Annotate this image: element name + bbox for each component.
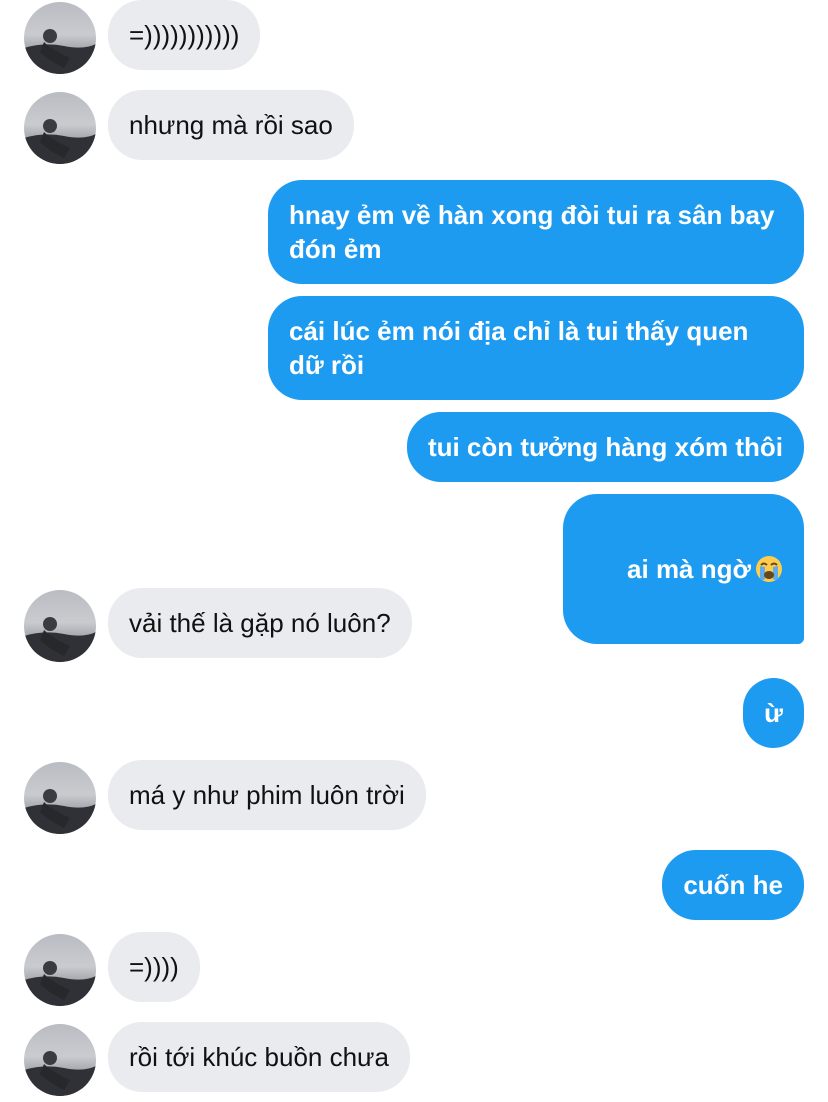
message-row-incoming: =))))))))))) — [0, 0, 828, 76]
outgoing-message-bubble[interactable]: hnay ẻm về hàn xong đòi tui ra sân bay đ… — [268, 180, 804, 284]
message-row-incoming: nhưng mà rồi sao — [0, 90, 828, 166]
incoming-message-bubble[interactable]: rồi tới khúc buồn chưa — [108, 1022, 410, 1092]
message-row-outgoing: cuốn he — [0, 850, 828, 924]
incoming-message-bubble[interactable]: nhưng mà rồi sao — [108, 90, 354, 160]
incoming-message-bubble[interactable]: =))))))))))) — [108, 0, 261, 70]
message-thread: =))))))))))) nhưng mà rồi sao hnay ẻm về… — [0, 0, 828, 1102]
message-row-outgoing: hnay ẻm về hàn xong đòi tui ra sân bay đ… — [0, 180, 828, 288]
outgoing-message-bubble[interactable]: ừ — [743, 678, 804, 748]
message-row-incoming: má y như phim luôn trời — [0, 760, 828, 836]
message-row-incoming: =)))) — [0, 932, 828, 1008]
outgoing-message-text: ai mà ngờ — [627, 554, 751, 584]
contact-avatar[interactable] — [24, 590, 96, 662]
outgoing-message-bubble[interactable]: tui còn tưởng hàng xóm thôi — [406, 412, 804, 482]
message-row-incoming: vải thế là gặp nó luôn? — [0, 588, 828, 664]
outgoing-message-bubble[interactable]: cuốn he — [662, 850, 804, 920]
outgoing-message-bubble[interactable]: cái lúc ẻm nói địa chỉ là tui thấy quen … — [268, 296, 804, 400]
message-row-outgoing: tui còn tưởng hàng xóm thôi — [0, 412, 828, 486]
message-row-incoming: rồi tới khúc buồn chưa — [0, 1022, 828, 1098]
message-row-outgoing: cái lúc ẻm nói địa chỉ là tui thấy quen … — [0, 296, 828, 404]
incoming-message-bubble[interactable]: =)))) — [108, 932, 200, 1002]
message-row-outgoing: ừ — [0, 678, 828, 752]
contact-avatar[interactable] — [24, 762, 96, 834]
loudly-crying-face-icon — [755, 555, 783, 583]
contact-avatar[interactable] — [24, 1024, 96, 1096]
contact-avatar[interactable] — [24, 92, 96, 164]
contact-avatar[interactable] — [24, 2, 96, 74]
message-row-outgoing: ai mà ngờ — [0, 494, 828, 644]
incoming-message-bubble[interactable]: má y như phim luôn trời — [108, 760, 426, 830]
incoming-message-bubble[interactable]: vải thế là gặp nó luôn? — [108, 588, 412, 658]
contact-avatar[interactable] — [24, 934, 96, 1006]
